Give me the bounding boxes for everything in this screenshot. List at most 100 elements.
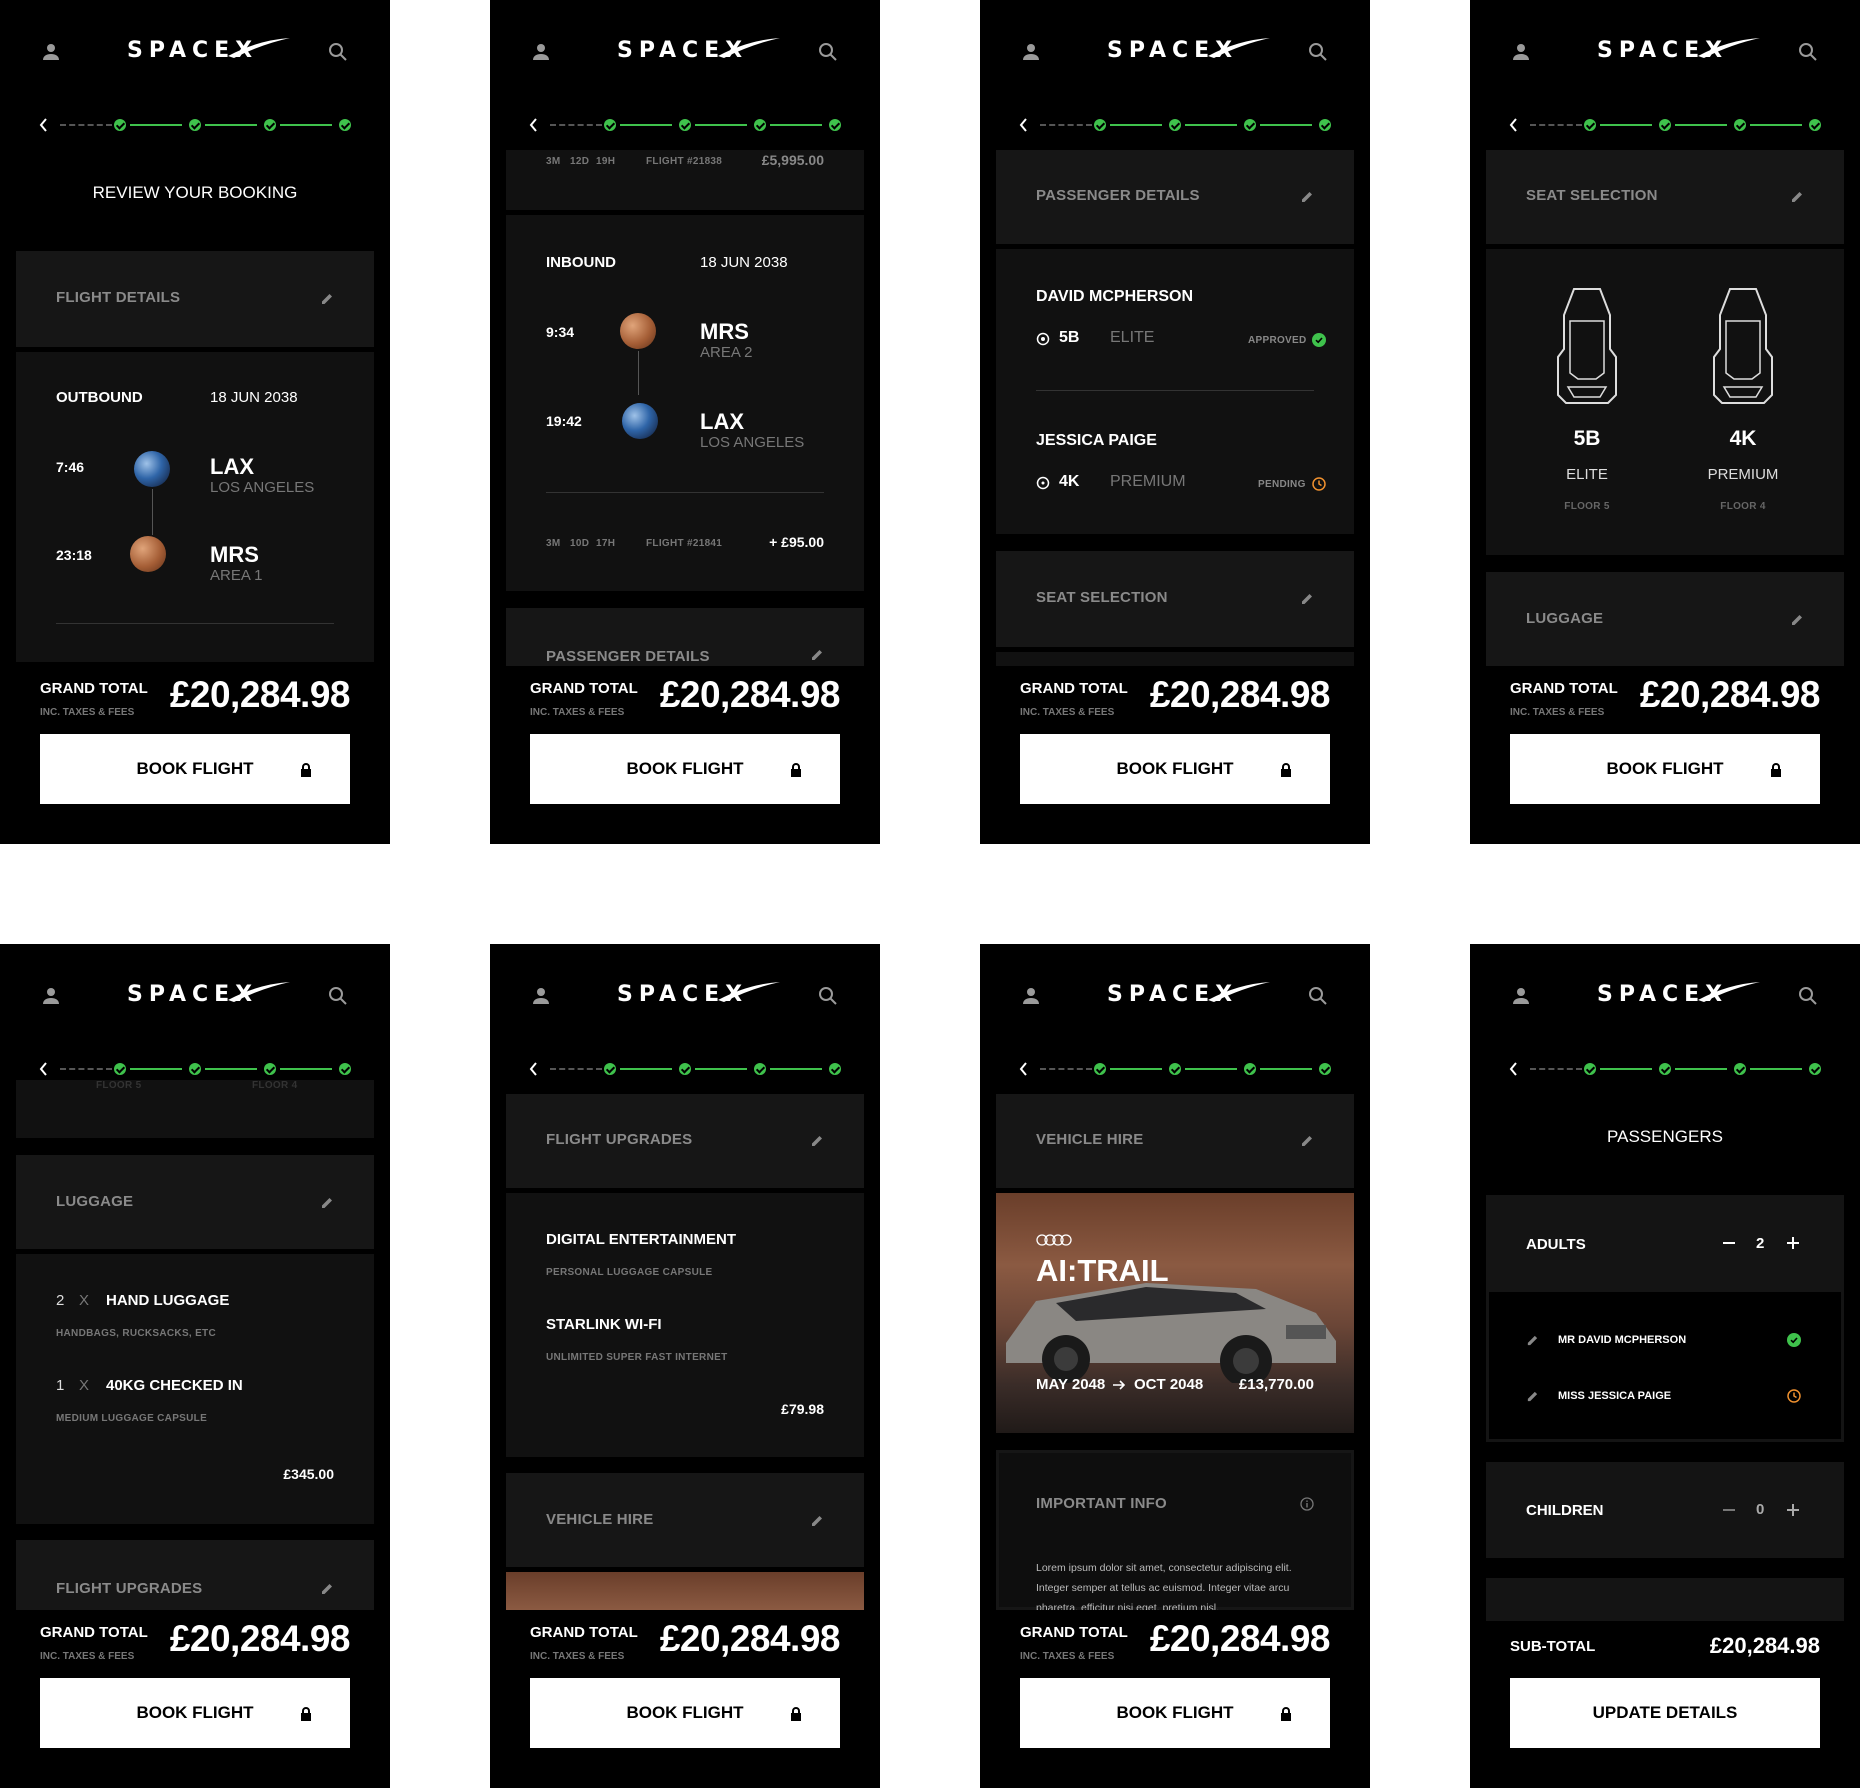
flight-upgrades-header[interactable]: FLIGHT UPGRADES (506, 1094, 864, 1188)
section-title: FLIGHT UPGRADES (546, 1131, 693, 1148)
search-icon[interactable] (818, 42, 838, 62)
vehicle-hire-header[interactable]: VEHICLE HIRE (996, 1094, 1354, 1188)
edit-icon[interactable] (810, 1514, 824, 1528)
edit-icon[interactable] (1790, 613, 1804, 627)
user-icon[interactable] (1022, 987, 1040, 1005)
search-icon[interactable] (818, 986, 838, 1006)
check-icon (1312, 333, 1326, 347)
progress-stepper (36, 1059, 356, 1079)
grand-total-sub: INC. TAXES & FEES (40, 707, 135, 718)
check-icon (264, 119, 276, 131)
check-icon (114, 119, 126, 131)
book-flight-button[interactable]: BOOK FLIGHT (40, 1678, 350, 1748)
step-dashed-line (1040, 124, 1092, 126)
user-icon[interactable] (42, 43, 60, 61)
duration-days: 10D (570, 538, 590, 549)
book-flight-button[interactable]: BOOK FLIGHT (1020, 734, 1330, 804)
search-icon[interactable] (328, 986, 348, 1006)
search-icon[interactable] (1308, 986, 1328, 1006)
children-count[interactable]: 0 (1756, 1501, 1764, 1518)
chevron-left-icon[interactable] (526, 1059, 542, 1079)
edit-icon[interactable] (1790, 190, 1804, 204)
adult-name[interactable]: MR DAVID MCPHERSON (1558, 1334, 1686, 1346)
seat-selection-header[interactable]: SEAT SELECTION (1486, 150, 1844, 244)
duration-hours: 19H (596, 156, 616, 167)
edit-icon[interactable] (810, 648, 824, 662)
book-flight-button[interactable]: BOOK FLIGHT (530, 1678, 840, 1748)
user-icon[interactable] (532, 987, 550, 1005)
edit-icon[interactable] (1300, 592, 1314, 606)
check-icon (604, 119, 616, 131)
next-section-edge (996, 652, 1354, 666)
update-details-button[interactable]: UPDATE DETAILS (1510, 1678, 1820, 1748)
adult-name[interactable]: MISS JESSICA PAIGE (1558, 1390, 1671, 1402)
book-flight-button[interactable]: BOOK FLIGHT (40, 734, 350, 804)
passenger-details-header[interactable]: PASSENGER DETAILS (506, 608, 864, 668)
duration-months: 3M (546, 538, 561, 549)
flight-details-header[interactable]: FLIGHT DETAILS (16, 251, 374, 347)
adults-count[interactable]: 2 (1756, 1235, 1764, 1252)
chevron-left-icon[interactable] (1016, 1059, 1032, 1079)
chevron-left-icon[interactable] (1506, 115, 1522, 135)
edit-icon[interactable] (320, 1582, 334, 1596)
edit-icon[interactable] (1526, 1390, 1539, 1403)
search-icon[interactable] (1798, 986, 1818, 1006)
seat-icon[interactable] (1712, 287, 1774, 407)
chevron-left-icon[interactable] (36, 1059, 52, 1079)
step-line (280, 1068, 332, 1070)
luggage-header[interactable]: LUGGAGE (1486, 572, 1844, 666)
grand-total-label: GRAND TOTAL (530, 1624, 638, 1641)
screen-review-booking: SPACEX REVIEW YOUR BOOKING FLIGHT DETAIL… (0, 0, 390, 844)
book-flight-button[interactable]: BOOK FLIGHT (1020, 1678, 1330, 1748)
lock-icon (1771, 763, 1781, 777)
chevron-left-icon[interactable] (1506, 1059, 1522, 1079)
minus-icon[interactable] (1722, 1503, 1736, 1517)
passenger-details-header[interactable]: PASSENGER DETAILS (996, 150, 1354, 244)
lock-icon (301, 1707, 311, 1721)
info-icon[interactable] (1300, 1497, 1314, 1511)
plus-icon[interactable] (1786, 1236, 1800, 1250)
minus-icon[interactable] (1722, 1236, 1736, 1250)
seat-icon[interactable] (1556, 287, 1618, 407)
grand-total-label: GRAND TOTAL (1510, 680, 1618, 697)
chevron-left-icon[interactable] (36, 115, 52, 135)
earth-icon (622, 403, 658, 439)
edit-icon[interactable] (320, 1196, 334, 1210)
grand-total-sub: INC. TAXES & FEES (1020, 707, 1115, 718)
clock-icon (1312, 477, 1326, 491)
edit-icon[interactable] (1300, 190, 1314, 204)
seat-selection-header[interactable]: SEAT SELECTION (996, 551, 1354, 647)
luggage-list: 2 X HAND LUGGAGE HANDBAGS, RUCKSACKS, ET… (16, 1254, 374, 1524)
upgrade-desc: UNLIMITED SUPER FAST INTERNET (546, 1352, 728, 1363)
user-icon[interactable] (1022, 43, 1040, 61)
plus-icon[interactable] (1786, 1503, 1800, 1517)
step-line (695, 1068, 747, 1070)
step-line (620, 1068, 672, 1070)
subtotal-label: SUB-TOTAL (1510, 1638, 1596, 1655)
user-icon[interactable] (532, 43, 550, 61)
mars-icon (130, 536, 166, 572)
luggage-header[interactable]: LUGGAGE (16, 1155, 374, 1249)
chevron-left-icon[interactable] (1016, 115, 1032, 135)
flight-upgrades-header[interactable]: FLIGHT UPGRADES (16, 1540, 374, 1610)
vehicle-hire-header[interactable]: VEHICLE HIRE (506, 1473, 864, 1567)
item-qty: 1 (56, 1377, 65, 1394)
edit-icon[interactable] (320, 292, 334, 306)
user-icon[interactable] (1512, 987, 1530, 1005)
check-icon (1809, 119, 1821, 131)
search-icon[interactable] (1798, 42, 1818, 62)
chevron-left-icon[interactable] (526, 115, 542, 135)
search-icon[interactable] (328, 42, 348, 62)
edit-icon[interactable] (810, 1134, 824, 1148)
seat-code: 4K (1729, 427, 1757, 450)
user-icon[interactable] (42, 987, 60, 1005)
user-icon[interactable] (1512, 43, 1530, 61)
next-card-edge (1486, 1578, 1844, 1624)
book-flight-button[interactable]: BOOK FLIGHT (530, 734, 840, 804)
book-flight-button[interactable]: BOOK FLIGHT (1510, 734, 1820, 804)
clock-icon (1787, 1389, 1801, 1403)
search-icon[interactable] (1308, 42, 1328, 62)
edit-icon[interactable] (1526, 1334, 1539, 1347)
vehicle-card[interactable]: AI:TRAIL MAY 2048 OCT 2048 £13,770.00 (996, 1193, 1354, 1433)
edit-icon[interactable] (1300, 1134, 1314, 1148)
